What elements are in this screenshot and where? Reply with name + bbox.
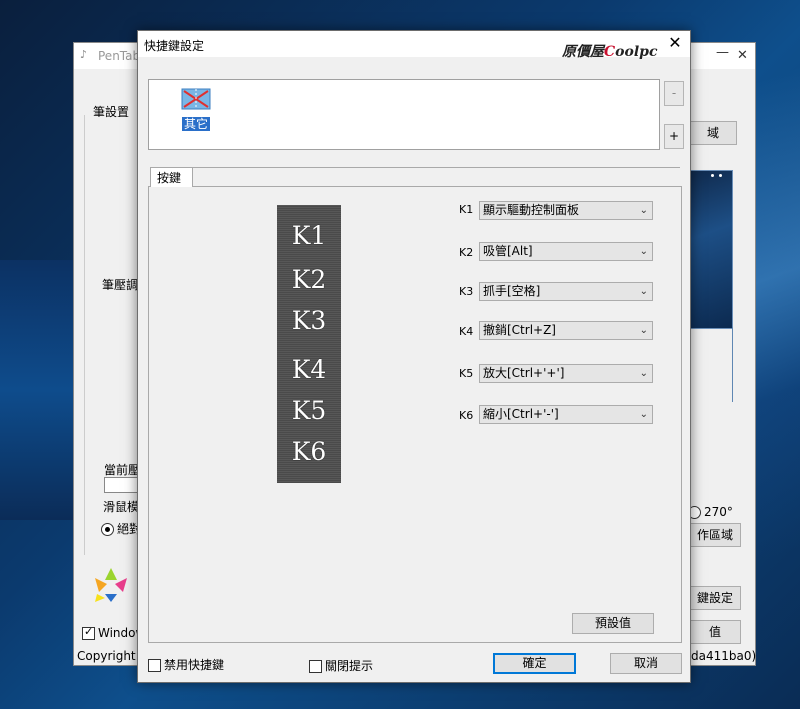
brand-suffix: oolpc: [615, 44, 658, 60]
application-list: 其它: [148, 79, 660, 150]
key-action-select[interactable]: 顯示驅動控制面板 ⌄: [479, 201, 653, 220]
key-settings-button[interactable]: 鍵設定: [689, 586, 741, 610]
key-row-label: K2: [459, 246, 474, 259]
area-button[interactable]: 域: [689, 121, 737, 145]
key-action-select[interactable]: 抓手[空格] ⌄: [479, 282, 653, 301]
value-button[interactable]: 值: [689, 620, 741, 644]
rotate-270-radio[interactable]: 270°: [688, 505, 733, 519]
pad-key-label: K3: [291, 306, 327, 335]
key-action-value: 放大[Ctrl+'+']: [483, 366, 565, 380]
work-area-button[interactable]: 作區域: [689, 523, 741, 547]
tablet-key-diagram: K1 K2 K3 K4 K5 K6: [277, 205, 341, 483]
screen-preview-thumbnail: [688, 170, 733, 329]
pen-settings-label: 筆設置: [93, 105, 130, 119]
chevron-down-icon: ⌄: [639, 246, 648, 257]
app-item-label: 其它: [181, 117, 210, 131]
background-close-button[interactable]: ✕: [737, 48, 748, 63]
brand-prefix: 原價屋: [562, 44, 604, 60]
key-action-value: 縮小[Ctrl+'-']: [483, 407, 559, 421]
reset-default-button[interactable]: 預設值: [572, 613, 654, 634]
pressure-adjust-label: 筆壓調: [102, 278, 139, 292]
background-minimize-button[interactable]: —: [716, 45, 729, 60]
key-row-label: K6: [459, 409, 474, 422]
preview-mapping-line: [688, 327, 733, 402]
key-action-value: 吸管[Alt]: [483, 244, 533, 258]
brand-c: C: [604, 44, 616, 60]
other-app-icon: [181, 88, 211, 110]
dialog-title: 快捷鍵設定: [144, 39, 205, 53]
key-row-label: K1: [459, 203, 474, 216]
background-window-title: PenTab: [98, 49, 141, 63]
key-row-label: K5: [459, 367, 474, 380]
app-icon: ♪: [80, 48, 88, 61]
checkbox-icon: [148, 659, 161, 672]
rotate-270-label: 270°: [704, 505, 733, 519]
chevron-down-icon: ⌄: [639, 205, 648, 216]
tab-divider: [193, 167, 680, 168]
key-action-select[interactable]: 縮小[Ctrl+'-'] ⌄: [479, 405, 653, 424]
preview-dot: [711, 174, 714, 177]
windows-ink-checkbox[interactable]: ✓ Window: [82, 625, 145, 640]
checkbox-icon: [309, 660, 322, 673]
pad-key-label: K6: [291, 437, 327, 466]
pad-key-label: K5: [291, 396, 327, 425]
chevron-down-icon: ⌄: [639, 409, 648, 420]
preview-dot: [719, 174, 722, 177]
close-tips-checkbox[interactable]: 關閉提示: [309, 657, 373, 674]
dialog-titlebar: 快捷鍵設定 原價屋Coolpc ✕: [138, 31, 690, 60]
pad-key-label: K1: [291, 221, 327, 250]
key-action-value: 顯示驅動控制面板: [483, 203, 580, 217]
ok-button[interactable]: 確定: [493, 653, 576, 674]
pad-key-label: K2: [291, 265, 327, 294]
shortcut-settings-dialog: 快捷鍵設定 原價屋Coolpc ✕ 其它 - + 按鍵 K1 K2 K3 K4 …: [137, 30, 691, 683]
remove-app-button[interactable]: -: [664, 81, 684, 106]
key-action-value: 撤銷[Ctrl+Z]: [483, 323, 556, 337]
current-pressure-label: 當前壓: [104, 463, 141, 477]
checkbox-icon: ✓: [82, 625, 95, 640]
disable-shortcuts-checkbox[interactable]: 禁用快捷鍵: [148, 656, 224, 673]
app-item-other[interactable]: 其它: [171, 85, 221, 131]
chevron-down-icon: ⌄: [639, 325, 648, 336]
cancel-button[interactable]: 取消: [610, 653, 682, 674]
radio-icon: [101, 523, 114, 536]
chevron-down-icon: ⌄: [639, 368, 648, 379]
chevron-down-icon: ⌄: [639, 286, 648, 297]
absolute-mode-radio[interactable]: 絕對: [101, 520, 141, 537]
tab-keys[interactable]: 按鍵: [150, 167, 193, 187]
pad-key-label: K4: [291, 355, 327, 384]
add-app-button[interactable]: +: [664, 124, 684, 149]
key-action-select[interactable]: 放大[Ctrl+'+'] ⌄: [479, 364, 653, 383]
dialog-close-button[interactable]: ✕: [665, 33, 685, 53]
brand-watermark: 原價屋Coolpc: [562, 41, 657, 61]
version-text: da411ba0): [691, 649, 757, 663]
key-row-label: K4: [459, 325, 474, 338]
disable-shortcuts-label: 禁用快捷鍵: [164, 658, 225, 672]
key-action-select[interactable]: 吸管[Alt] ⌄: [479, 242, 653, 261]
pentablet-logo: [95, 568, 127, 602]
key-action-value: 抓手[空格]: [483, 284, 541, 298]
group-border: [84, 115, 85, 555]
mouse-mode-label: 滑鼠模: [103, 500, 140, 514]
close-tips-label: 關閉提示: [325, 659, 374, 673]
key-row-label: K3: [459, 285, 474, 298]
key-action-select[interactable]: 撤銷[Ctrl+Z] ⌄: [479, 321, 653, 340]
